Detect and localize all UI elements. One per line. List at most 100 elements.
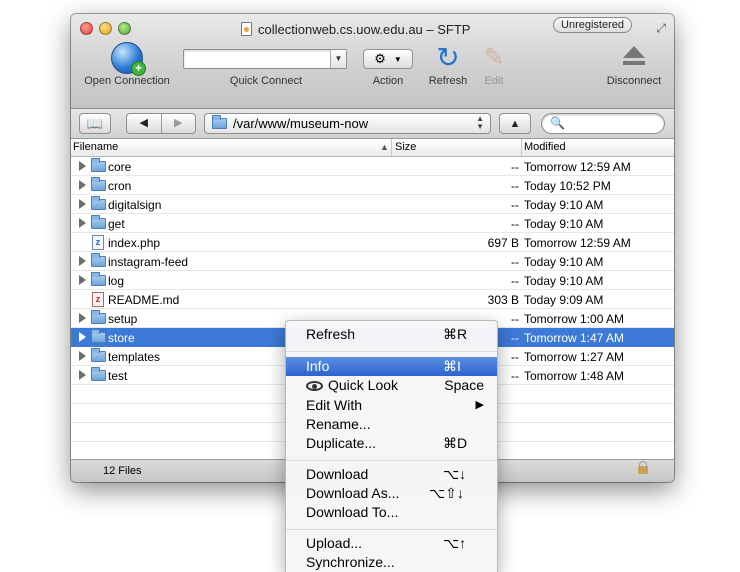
file-modified: Tomorrow 1:27 AM <box>524 350 625 364</box>
size-column-header[interactable]: Size <box>395 141 416 153</box>
table-row[interactable]: z README.md 303 B Today 9:09 AM <box>71 290 674 309</box>
file-name: cron <box>108 179 132 193</box>
file-size: -- <box>511 160 519 174</box>
menu-item-duplicate[interactable]: Duplicate... ⌘D <box>286 434 497 453</box>
disclosure-triangle-icon[interactable] <box>79 351 86 361</box>
menu-item-label: Edit With <box>306 397 363 413</box>
refresh-icon[interactable]: ↻ <box>433 44 463 72</box>
file-modified: Today 9:10 AM <box>524 198 604 212</box>
file-count: 12 Files <box>103 465 142 477</box>
disclosure-triangle-icon[interactable] <box>79 275 86 285</box>
menu-item-label: Refresh <box>306 326 356 342</box>
file-name: core <box>108 160 132 174</box>
menu-item-label: Quick Look <box>328 377 399 393</box>
file-modified: Today 9:10 AM <box>524 274 604 288</box>
pencil-icon[interactable]: ✎ <box>481 44 507 72</box>
table-row[interactable]: log -- Today 9:10 AM <box>71 271 674 290</box>
table-row[interactable]: instagram-feed -- Today 9:10 AM <box>71 252 674 271</box>
menu-item-edit-with[interactable]: Edit With ▶ <box>286 396 497 415</box>
file-name: setup <box>108 312 138 326</box>
menu-item-quick-look[interactable]: Quick Look Space <box>286 376 497 395</box>
menu-item-shortcut: Space <box>444 377 484 393</box>
menu-item-synchronize[interactable]: Synchronize... <box>286 553 497 572</box>
disclosure-triangle-icon[interactable] <box>79 313 86 323</box>
markdown-file-icon: z <box>92 292 104 307</box>
file-name: instagram-feed <box>108 255 189 269</box>
unregistered-badge[interactable]: Unregistered <box>553 17 632 33</box>
back-button[interactable]: ◀ <box>127 114 162 133</box>
minimize-button[interactable] <box>99 22 112 35</box>
search-input[interactable]: 🔍 <box>541 113 665 134</box>
disclosure-triangle-icon[interactable] <box>79 199 86 209</box>
zoom-button[interactable] <box>118 22 131 35</box>
menu-item-rename[interactable]: Rename... <box>286 415 497 434</box>
file-size: 303 B <box>487 293 519 307</box>
menu-item-info[interactable]: Info ⌘I <box>286 357 497 376</box>
eject-triangle <box>623 46 645 58</box>
disclosure-triangle-icon[interactable] <box>79 332 86 342</box>
refresh-label: Refresh <box>428 75 468 87</box>
fullscreen-icon[interactable]: ⤢ <box>656 21 666 36</box>
menu-separator <box>286 460 497 461</box>
file-size: -- <box>511 350 519 364</box>
file-size: -- <box>511 217 519 231</box>
file-size: -- <box>511 274 519 288</box>
file-modified: Tomorrow 1:48 AM <box>524 369 625 383</box>
folder-icon <box>91 329 106 343</box>
navigation-bar: 📖 ◀ ▶ /var/www/museum-now ▲ ▼ ▲ 🔍 <box>71 109 674 139</box>
table-row[interactable]: digitalsign -- Today 9:10 AM <box>71 195 674 214</box>
column-header: Filename ▲ Size Modified <box>71 139 674 157</box>
menu-item-refresh[interactable]: Refresh ⌘R <box>286 325 497 344</box>
path-select[interactable]: /var/www/museum-now ▲ ▼ <box>204 113 491 134</box>
folder-icon <box>91 272 106 286</box>
file-name: log <box>108 274 125 288</box>
file-size: -- <box>511 179 519 193</box>
titlebar: collectionweb.cs.uow.edu.au – SFTP Unreg… <box>71 14 674 109</box>
folder-icon <box>91 348 106 362</box>
file-modified: Tomorrow 1:47 AM <box>524 331 625 345</box>
folder-icon <box>91 253 106 267</box>
file-size: -- <box>511 369 519 383</box>
action-button[interactable]: ⚙ ▼ <box>363 49 413 69</box>
history-buttons: ◀ ▶ <box>126 113 196 134</box>
bookmarks-button[interactable]: 📖 <box>79 113 111 134</box>
disclosure-triangle-icon[interactable] <box>79 161 86 171</box>
modified-column-header[interactable]: Modified <box>524 141 566 153</box>
eject-icon[interactable] <box>622 46 646 70</box>
disclosure-triangle-icon[interactable] <box>79 218 86 228</box>
menu-item-shortcut: ⌘D <box>443 435 468 451</box>
forward-button[interactable]: ▶ <box>162 114 196 133</box>
column-divider[interactable] <box>391 139 392 156</box>
table-row[interactable]: z index.php 697 B Tomorrow 12:59 AM <box>71 233 674 252</box>
file-size: -- <box>511 198 519 212</box>
file-size: -- <box>511 331 519 345</box>
file-size: -- <box>511 255 519 269</box>
open-connection-icon-wrap <box>111 42 146 76</box>
table-row[interactable]: get -- Today 9:10 AM <box>71 214 674 233</box>
parent-directory-button[interactable]: ▲ <box>499 113 531 134</box>
close-button[interactable] <box>80 22 93 35</box>
disclosure-triangle-icon[interactable] <box>79 370 86 380</box>
quick-connect-input[interactable]: ▼ <box>183 49 347 69</box>
context-menu: Refresh ⌘R Info ⌘I Quick Look Space Edit… <box>285 320 498 572</box>
menu-item-download-as[interactable]: Download As... ⌥⇧↓ <box>286 484 497 503</box>
menu-item-label: Rename... <box>306 416 371 432</box>
disclosure-triangle-icon[interactable] <box>79 180 86 190</box>
menu-separator <box>286 529 497 530</box>
disclosure-triangle-icon[interactable] <box>79 256 86 266</box>
disconnect-label: Disconnect <box>606 75 662 87</box>
menu-item-download[interactable]: Download ⌥↓ <box>286 465 497 484</box>
menu-item-upload[interactable]: Upload... ⌥↑ <box>286 534 497 553</box>
menu-item-label: Download <box>306 466 369 482</box>
quick-connect-dropdown-icon[interactable]: ▼ <box>330 50 346 68</box>
file-modified: Tomorrow 12:59 AM <box>524 236 631 250</box>
folder-icon <box>91 310 106 324</box>
table-row[interactable]: cron -- Today 10:52 PM <box>71 176 674 195</box>
menu-item-label: Info <box>306 358 330 374</box>
menu-item-shortcut: ⌘R <box>443 326 468 342</box>
menu-item-download-to[interactable]: Download To... <box>286 503 497 522</box>
filename-column-header[interactable]: Filename <box>73 141 118 153</box>
file-size: -- <box>511 312 519 326</box>
table-row[interactable]: core -- Tomorrow 12:59 AM <box>71 157 674 176</box>
column-divider[interactable] <box>521 139 522 156</box>
